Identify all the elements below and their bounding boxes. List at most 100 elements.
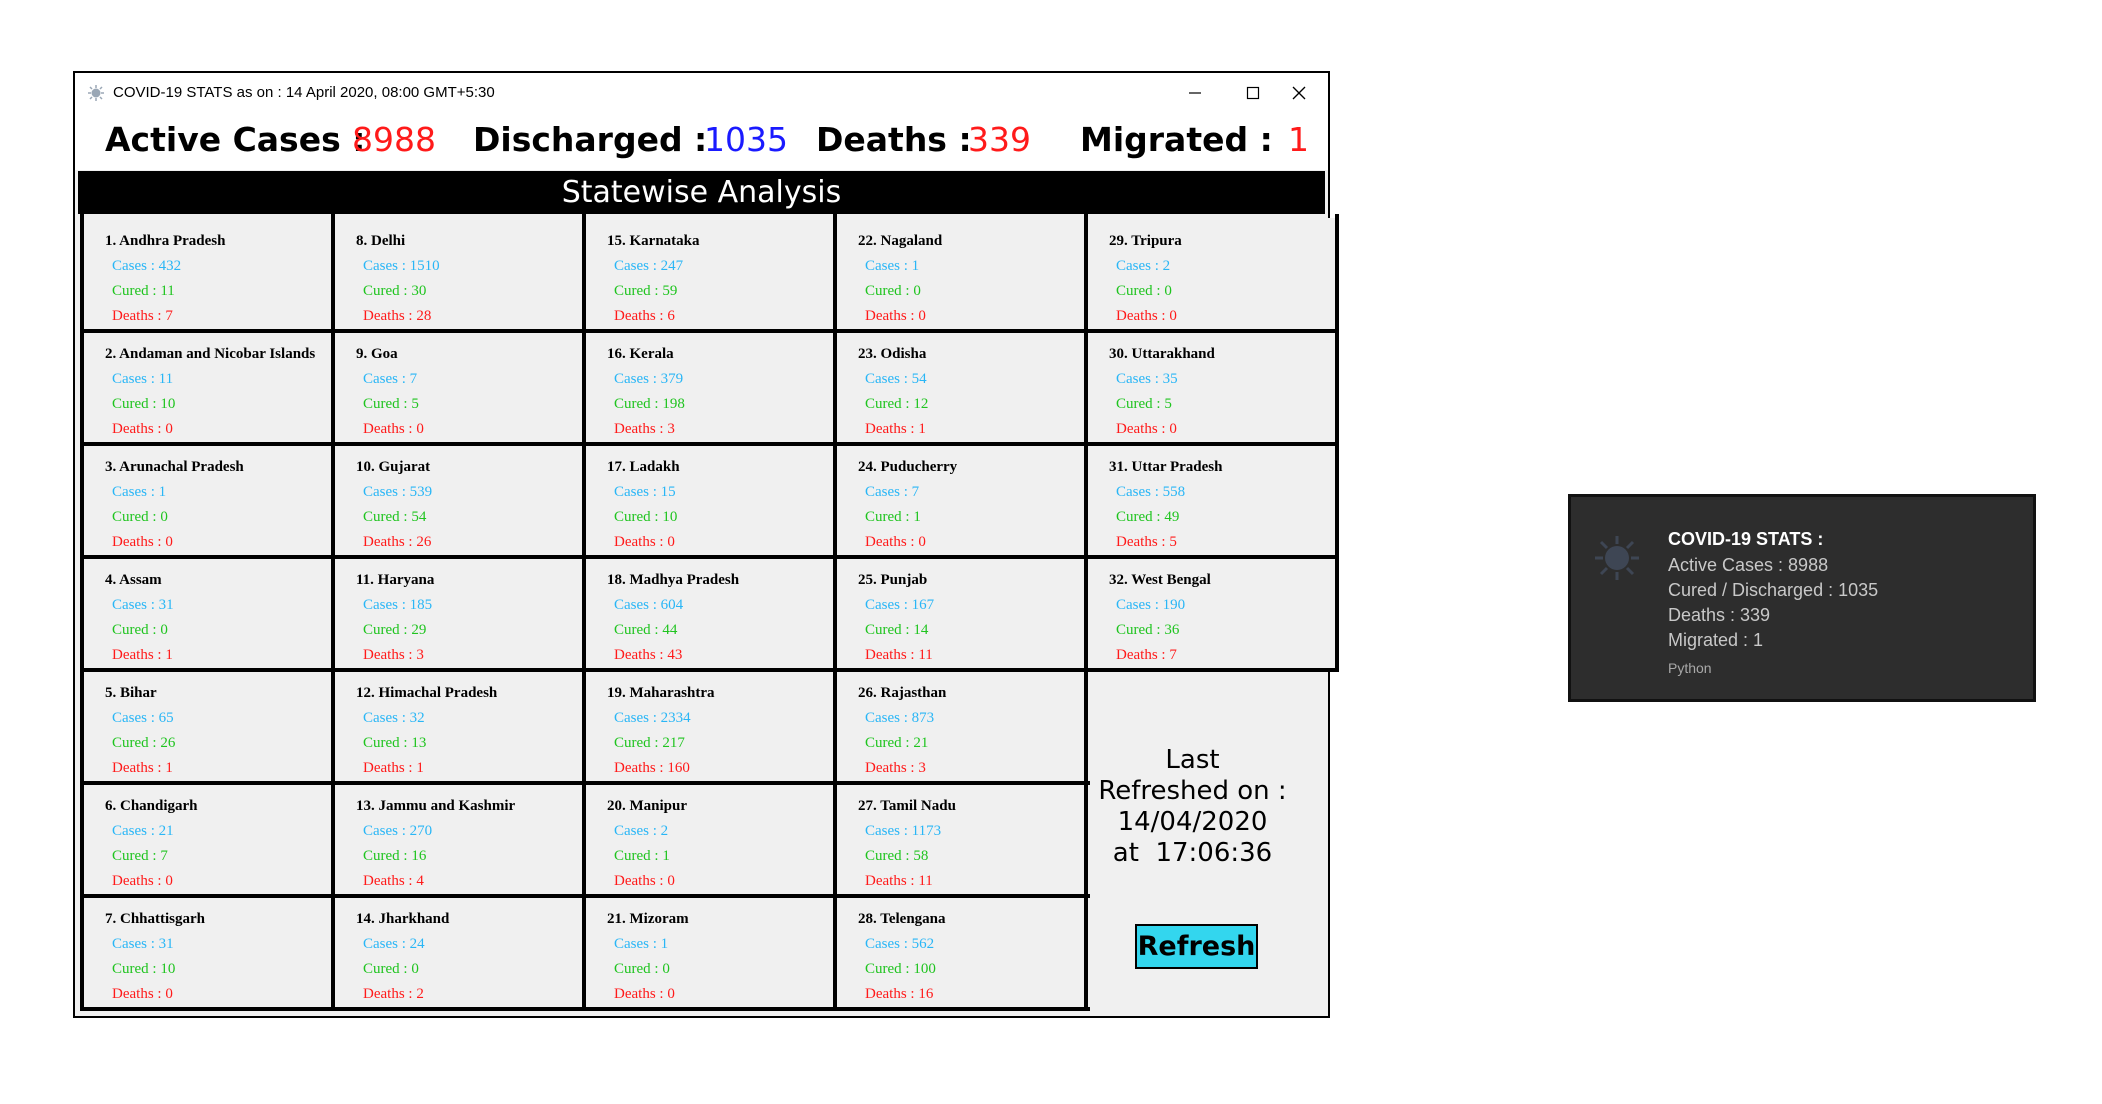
- state-name: 7. Chhattisgarh: [105, 911, 206, 927]
- state-deaths: Deaths : 43: [614, 647, 683, 663]
- state-cases: Cases : 873: [865, 710, 935, 726]
- state-deaths: Deaths : 0: [614, 986, 675, 1002]
- state-cases: Cases : 167: [865, 597, 935, 613]
- state-cured: Cured : 10: [614, 509, 678, 525]
- toast-notification[interactable]: COVID-19 STATS : Active Cases : 8988 Cur…: [1568, 494, 2036, 702]
- state-cured: Cured : 36: [1116, 622, 1180, 638]
- state-card: 29. Tripura Cases : 2 Cured : 0 Deaths : 0: [1088, 218, 1335, 331]
- state-cases: Cases : 1: [112, 484, 167, 500]
- state-cases: Cases : 1173: [865, 823, 942, 839]
- close-button[interactable]: [1270, 73, 1328, 112]
- state-name: 2. Andaman and Nicobar Islands: [105, 346, 316, 362]
- deaths-label: Deaths :: [816, 120, 972, 159]
- state-cured: Cured : 44: [614, 622, 678, 638]
- state-card: 30. Uttarakhand Cases : 35 Cured : 5 Deaths…: [1088, 331, 1335, 444]
- state-card: 8. Delhi Cases : 1510 Cured : 30 Deaths : 2…: [335, 218, 582, 331]
- state-cured: Cured : 58: [865, 848, 929, 864]
- state-deaths: Deaths : 0: [112, 986, 173, 1002]
- state-name: 32. West Bengal: [1109, 572, 1211, 588]
- state-name: 6. Chandigarh: [105, 798, 198, 814]
- state-card: 7. Chhattisgarh Cases : 31 Cured : 10 Death…: [84, 896, 331, 1009]
- state-name: 9. Goa: [356, 346, 398, 362]
- state-cured: Cured : 5: [363, 396, 419, 412]
- state-deaths: Deaths : 0: [1116, 421, 1177, 437]
- grid-divider: [80, 1007, 1090, 1011]
- state-deaths: Deaths : 1: [363, 760, 424, 776]
- state-deaths: Deaths : 5: [1116, 534, 1177, 550]
- state-card: 28. Telengana Cases : 562 Cured : 100 Death…: [837, 896, 1084, 1009]
- state-card: 17. Ladakh Cases : 15 Cured : 10 Deaths : 0: [586, 444, 833, 557]
- state-name: 27. Tamil Nadu: [858, 798, 956, 814]
- close-icon: [1292, 86, 1306, 99]
- state-cured: Cured : 29: [363, 622, 427, 638]
- grid-divider: [833, 214, 837, 1011]
- state-card: 9. Goa Cases : 7 Cured : 5 Deaths : 0: [335, 331, 582, 444]
- minimize-button[interactable]: [1166, 73, 1224, 112]
- maximize-icon: [1246, 86, 1260, 99]
- state-card: 14. Jharkhand Cases : 24 Cured : 0 Deaths :…: [335, 896, 582, 1009]
- state-cases: Cases : 1: [614, 936, 669, 952]
- state-cases: Cases : 24: [363, 936, 425, 952]
- state-cured: Cured : 12: [865, 396, 929, 412]
- grid-divider: [80, 894, 1090, 898]
- toast-app-name: Python: [1668, 660, 1712, 676]
- state-cured: Cured : 10: [112, 961, 176, 977]
- state-cases: Cases : 2334: [614, 710, 691, 726]
- state-card: 16. Kerala Cases : 379 Cured : 198 Deaths :…: [586, 331, 833, 444]
- refresh-button[interactable]: Refresh: [1135, 924, 1258, 969]
- refresh-date: 14/04/2020: [1117, 807, 1268, 837]
- state-name: 26. Rajasthan: [858, 685, 947, 701]
- state-cured: Cured : 198: [614, 396, 685, 412]
- grid-divider: [80, 214, 84, 1011]
- state-cured: Cured : 0: [363, 961, 419, 977]
- state-cured: Cured : 0: [112, 509, 168, 525]
- state-cases: Cases : 558: [1116, 484, 1186, 500]
- state-cases: Cases : 54: [865, 371, 927, 387]
- discharged-value: 1035: [704, 120, 788, 159]
- deaths-value: 339: [968, 120, 1031, 159]
- state-cured: Cured : 26: [112, 735, 176, 751]
- grid-divider: [331, 214, 335, 1011]
- state-deaths: Deaths : 2: [363, 986, 424, 1002]
- state-cases: Cases : 379: [614, 371, 684, 387]
- state-deaths: Deaths : 3: [363, 647, 424, 663]
- state-card: 2. Andaman and Nicobar Islands Cases : 11…: [84, 331, 331, 444]
- state-card: 5. Bihar Cases : 65 Cured : 26 Deaths : 1: [84, 670, 331, 783]
- state-card: 23. Odisha Cases : 54 Cured : 12 Deaths : 1: [837, 331, 1084, 444]
- grid-divider: [582, 214, 586, 1011]
- discharged-label: Discharged :: [473, 120, 708, 159]
- state-deaths: Deaths : 0: [112, 421, 173, 437]
- state-card: 24. Puducherry Cases : 7 Cured : 1 Deaths :…: [837, 444, 1084, 557]
- state-deaths: Deaths : 0: [614, 873, 675, 889]
- state-deaths: Deaths : 0: [112, 534, 173, 550]
- state-cured: Cured : 14: [865, 622, 929, 638]
- state-name: 18. Madhya Pradesh: [607, 572, 740, 588]
- state-name: 19. Maharashtra: [607, 685, 715, 701]
- state-cured: Cured : 54: [363, 509, 427, 525]
- grid-divider: [80, 442, 1339, 446]
- state-deaths: Deaths : 16: [865, 986, 934, 1002]
- state-card: 19. Maharashtra Cases : 2334 Cured : 217 De…: [586, 670, 833, 783]
- state-cases: Cases : 539: [363, 484, 433, 500]
- state-card: 10. Gujarat Cases : 539 Cured : 54 Deaths :…: [335, 444, 582, 557]
- migrated-value: 1: [1288, 120, 1309, 159]
- state-cases: Cases : 1: [865, 258, 920, 274]
- state-name: 15. Karnataka: [607, 233, 700, 249]
- state-cases: Cases : 65: [112, 710, 174, 726]
- state-deaths: Deaths : 0: [614, 534, 675, 550]
- state-cases: Cases : 2: [614, 823, 669, 839]
- state-cases: Cases : 11: [112, 371, 174, 387]
- state-deaths: Deaths : 7: [112, 308, 173, 324]
- state-deaths: Deaths : 11: [865, 647, 933, 663]
- state-card: 4. Assam Cases : 31 Cured : 0 Deaths : 1: [84, 557, 331, 670]
- minimize-icon: [1189, 91, 1201, 94]
- state-card: 6. Chandigarh Cases : 21 Cured : 7 Deaths :…: [84, 783, 331, 896]
- toast-line-migrated: Migrated : 1: [1668, 630, 1764, 650]
- state-card: 25. Punjab Cases : 167 Cured : 14 Deaths : …: [837, 557, 1084, 670]
- state-cases: Cases : 2: [1116, 258, 1171, 274]
- state-name: 21. Mizoram: [607, 911, 689, 927]
- state-cases: Cases : 270: [363, 823, 433, 839]
- state-card: 32. West Bengal Cases : 190 Cured : 36 Deat…: [1088, 557, 1335, 670]
- title-bar[interactable]: COVID-19 STATS as on : 14 April 2020, 08…: [75, 73, 1328, 112]
- state-deaths: Deaths : 0: [1116, 308, 1177, 324]
